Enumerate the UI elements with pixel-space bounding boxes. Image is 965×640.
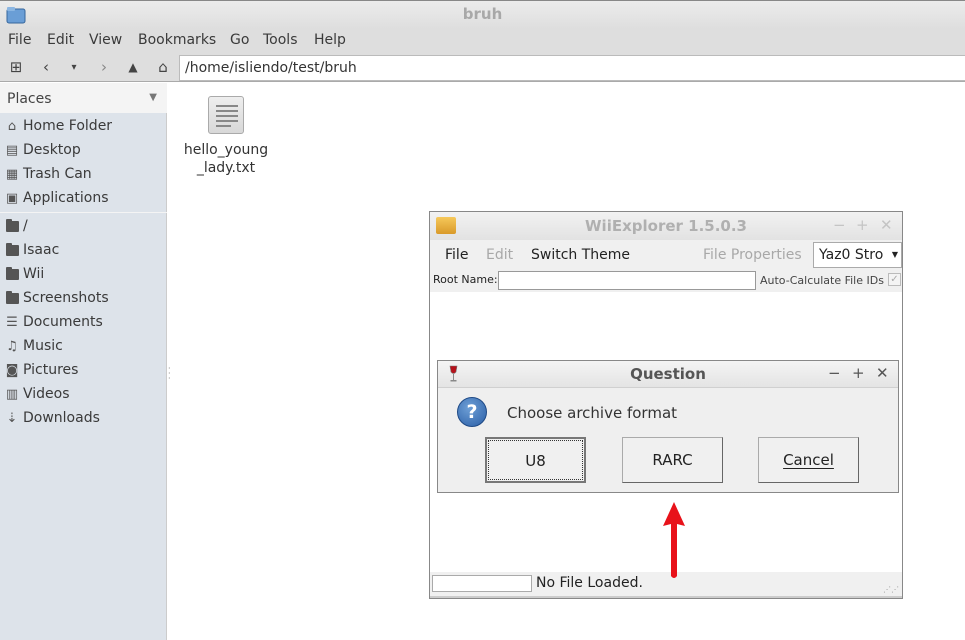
places-sidebar: Places ▼ ⌂ Home Folder ▤ Desktop ▦ Trash Ca… [0, 83, 167, 640]
minimize-icon[interactable]: − [828, 364, 841, 382]
status-progress-box [432, 575, 532, 592]
menu-go[interactable]: Go [230, 32, 249, 48]
sidebar-item-label: Pictures [23, 362, 79, 378]
sidebar-item-applications[interactable]: ▣ Applications [4, 187, 109, 209]
auto-calculate-checkbox[interactable]: ✓ [888, 273, 901, 286]
sidebar-separator [0, 212, 167, 213]
sidebar-item-label: Documents [23, 314, 103, 330]
sidebar-item-documents[interactable]: ☰ Documents [4, 311, 103, 333]
menu-edit[interactable]: Edit [47, 32, 74, 48]
u8-button[interactable]: U8 [485, 437, 586, 483]
sidebar-item-label: Videos [23, 386, 70, 402]
new-tab-icon[interactable]: ⊞ [6, 58, 26, 76]
menu-switch-theme[interactable]: Switch Theme [531, 247, 630, 263]
sidebar-item-trash-can[interactable]: ▦ Trash Can [4, 163, 92, 185]
history-dropdown-icon[interactable]: ▾ [64, 62, 84, 73]
back-icon[interactable]: ‹ [36, 58, 56, 76]
applications-icon: ▣ [5, 190, 19, 206]
forward-icon[interactable]: › [94, 58, 114, 76]
sidebar-item-label: Desktop [23, 142, 81, 158]
maximize-icon[interactable]: + [852, 364, 865, 382]
menu-edit[interactable]: Edit [486, 247, 513, 263]
minimize-icon[interactable]: − [833, 216, 846, 234]
folder-icon [4, 242, 20, 257]
menubar: File Edit View Bookmarks Go Tools Help [0, 29, 965, 54]
wiiexplorer-title: WiiExplorer 1.5.0.3 [585, 217, 747, 235]
sidebar-item-desktop[interactable]: ▤ Desktop [4, 139, 81, 161]
menu-help[interactable]: Help [314, 32, 346, 48]
folder-icon [4, 218, 20, 233]
sidebar-item-label: Screenshots [23, 290, 109, 306]
home-icon: ⌂ [7, 118, 17, 134]
close-icon[interactable]: ✕ [876, 364, 889, 382]
sidebar-item-label: Trash Can [23, 166, 92, 182]
menu-file-properties[interactable]: File Properties [703, 247, 802, 263]
sidebar-item-home-folder[interactable]: ⌂ Home Folder [4, 115, 112, 137]
close-icon[interactable]: ✕ [880, 216, 893, 234]
sidebar-item-label: Downloads [23, 410, 100, 426]
sidebar-item-videos[interactable]: ▥ Videos [4, 383, 70, 405]
auto-calculate-label: Auto-Calculate File IDs [760, 274, 884, 287]
menu-file[interactable]: File [445, 247, 468, 263]
path-input[interactable]: /home/isliendo/test/bruh [179, 55, 965, 81]
sidebar-item-pictures[interactable]: ◙ Pictures [4, 359, 79, 381]
sidebar-item-root[interactable]: / [4, 215, 28, 237]
chevron-down-icon[interactable]: ▼ [149, 92, 157, 103]
file-name: hello_young _lady.txt [183, 142, 269, 176]
sidebar-item-screenshots[interactable]: Screenshots [4, 287, 109, 309]
music-icon: ♫ [6, 338, 18, 354]
sidebar-item-wii[interactable]: Wii [4, 263, 44, 285]
rarc-button[interactable]: RARC [622, 437, 723, 483]
desktop-icon: ▤ [5, 142, 19, 158]
question-dialog: Question − + ✕ ? Choose archive format U… [437, 360, 899, 493]
root-name-input[interactable] [498, 271, 756, 290]
up-icon[interactable]: ▲ [123, 60, 143, 74]
sidebar-item-label: Home Folder [23, 118, 113, 134]
sidebar-item-downloads[interactable]: ⇣ Downloads [4, 407, 100, 429]
sidebar-item-label: Applications [23, 190, 109, 206]
cancel-button[interactable]: Cancel [758, 437, 859, 483]
status-text: No File Loaded. [536, 575, 643, 591]
wiiexplorer-titlebar: WiiExplorer 1.5.0.3 − + ✕ [430, 212, 902, 240]
wiiexplorer-menubar: File Edit Switch Theme File Properties Y… [430, 240, 902, 270]
sidebar-item-label: / [23, 218, 28, 234]
toolbar: ⊞ ‹ ▾ › ▲ ⌂ /home/isliendo/test/bruh [0, 54, 965, 82]
folder-icon [4, 290, 20, 305]
sidebar-item-label: Wii [23, 266, 45, 282]
root-name-row: Root Name: Auto-Calculate File IDs ✓ [430, 270, 902, 292]
sidebar-item-music[interactable]: ♫ Music [4, 335, 63, 357]
menu-bookmarks[interactable]: Bookmarks [138, 32, 216, 48]
root-name-label: Root Name: [433, 273, 498, 286]
compression-select[interactable]: Yaz0 Stro ▼ [813, 242, 902, 268]
sidebar-item-label: Music [23, 338, 63, 354]
dialog-message: Choose archive format [507, 404, 678, 422]
pictures-icon: ◙ [5, 362, 19, 378]
places-label: Places [7, 91, 52, 107]
compression-value: Yaz0 Stro [819, 247, 884, 263]
chevron-down-icon: ▼ [891, 250, 898, 259]
file-item[interactable]: hello_young _lady.txt [180, 96, 272, 177]
question-icon: ? [457, 397, 487, 427]
folder-icon [4, 266, 20, 281]
home-icon[interactable]: ⌂ [153, 58, 173, 76]
trash-icon: ▦ [5, 166, 19, 182]
places-header[interactable]: Places ▼ [0, 83, 167, 113]
menu-file[interactable]: File [8, 32, 31, 48]
documents-icon: ☰ [6, 314, 18, 330]
dialog-titlebar: Question − + ✕ [438, 361, 898, 388]
downloads-icon: ⇣ [6, 410, 18, 426]
text-file-icon [208, 96, 244, 134]
sidebar-resize-handle[interactable]: · · · [168, 365, 172, 383]
window-titlebar: bruh [0, 0, 965, 29]
maximize-icon[interactable]: + [856, 216, 869, 234]
menu-tools[interactable]: Tools [263, 32, 298, 48]
sidebar-item-isaac[interactable]: Isaac [4, 239, 59, 261]
window-title: bruh [462, 5, 503, 23]
resize-grip-icon[interactable]: ⋰⋰ [883, 585, 899, 594]
menu-view[interactable]: View [89, 32, 122, 48]
videos-icon: ▥ [5, 386, 19, 402]
annotation-arrow-icon [663, 502, 685, 578]
sidebar-item-label: Isaac [23, 242, 60, 258]
